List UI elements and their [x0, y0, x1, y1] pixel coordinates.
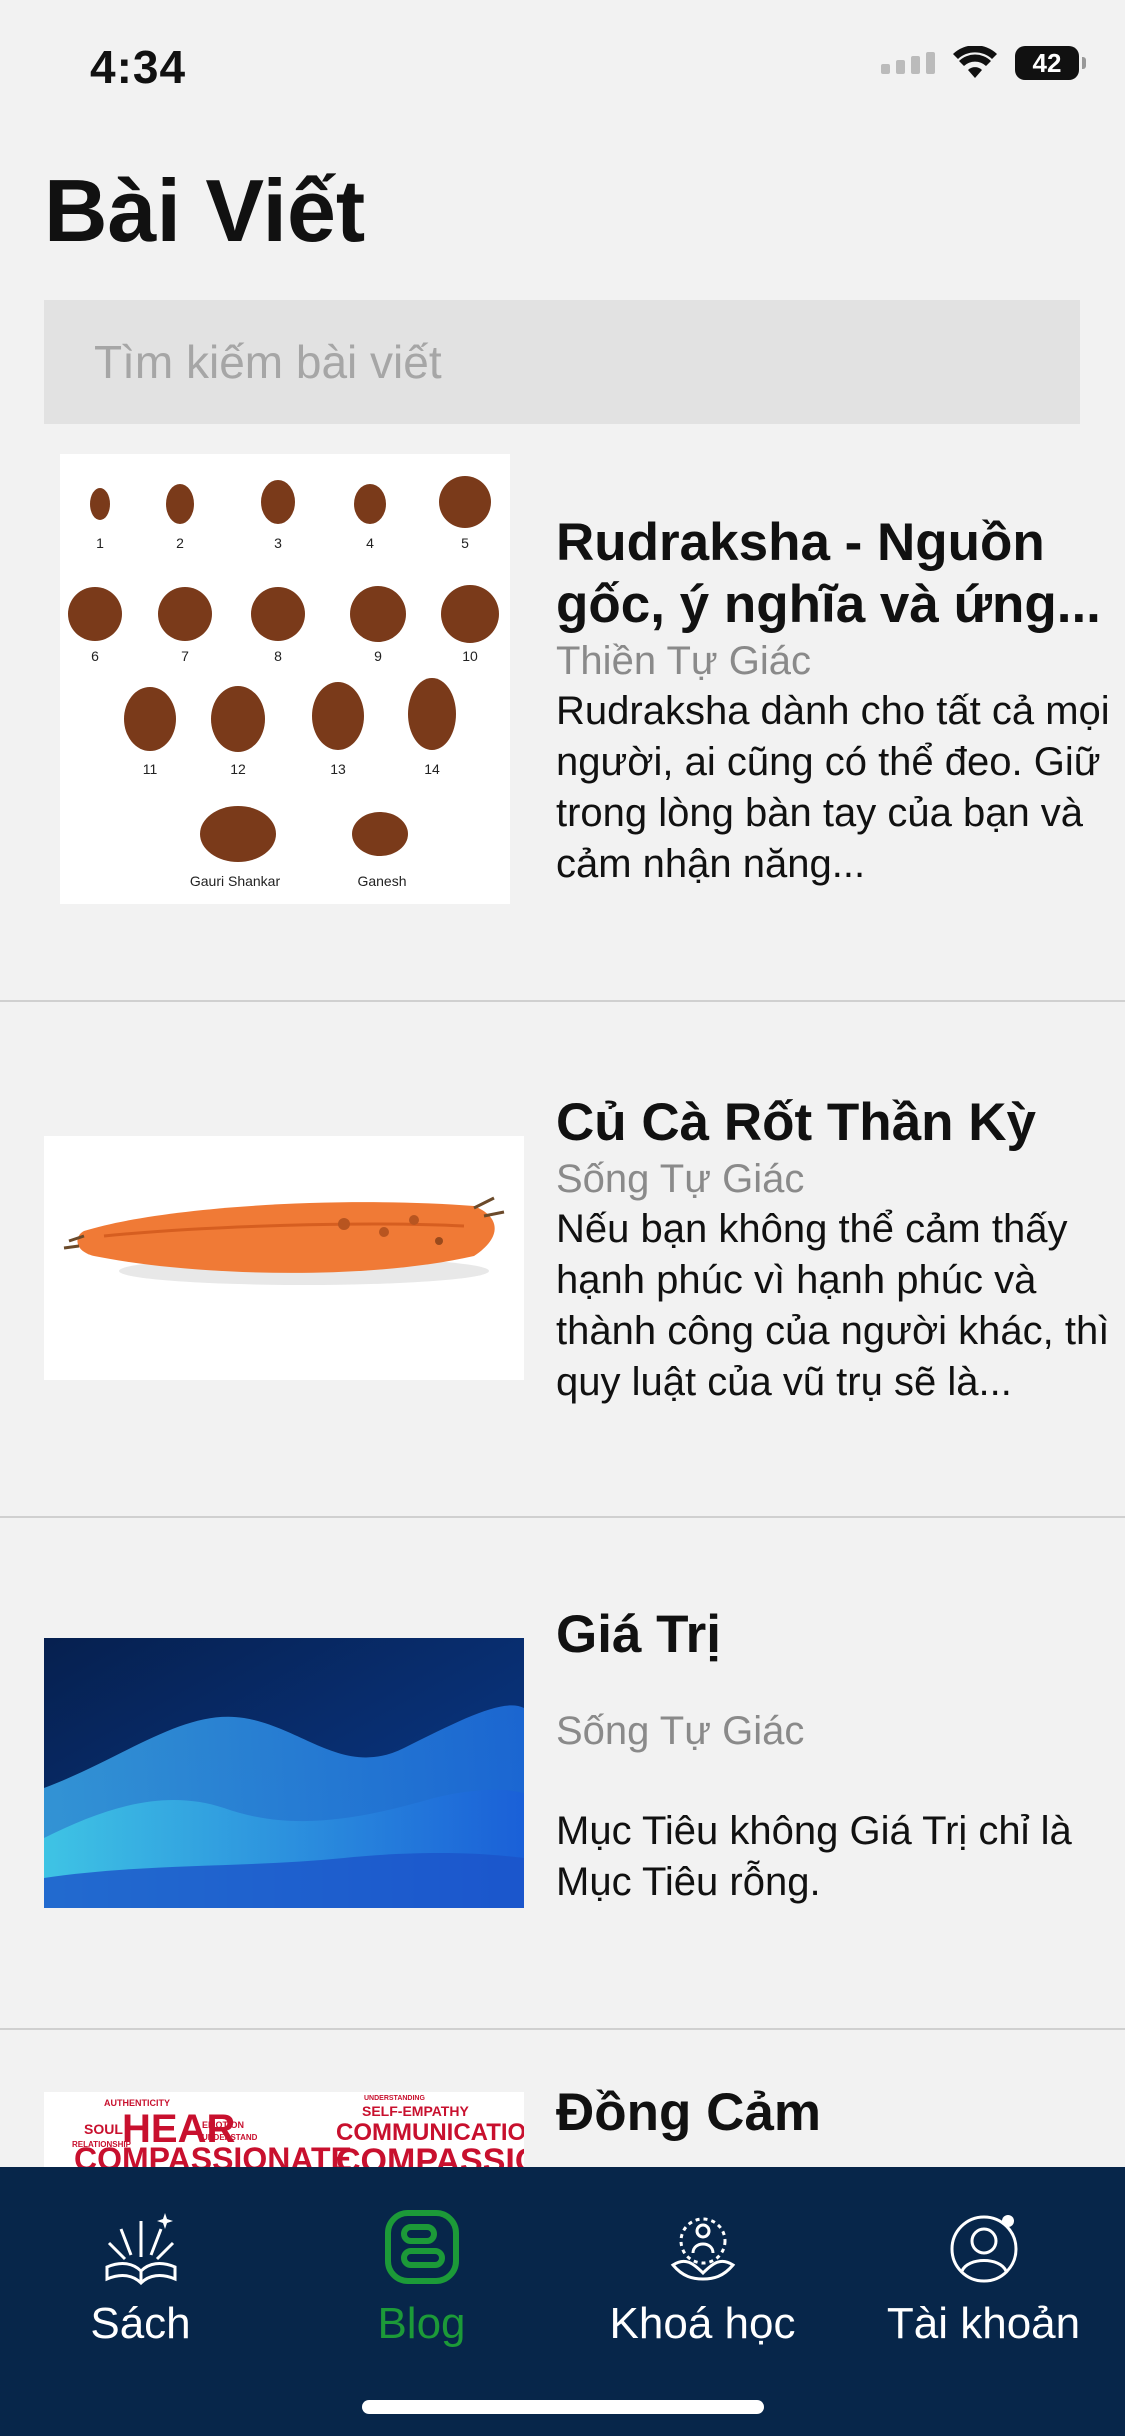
status-time: 4:34 [90, 41, 187, 93]
bead-label: Ganesh [357, 873, 406, 889]
article-card[interactable]: AUTHENTICITY SOUL RELATIONSHIP HEAR EMOT… [0, 2030, 1125, 2167]
article-description: Rudraksha dành cho tất cả mọi người, ai … [556, 689, 1110, 886]
status-icons: 42 [881, 46, 1086, 80]
article-thumbnail [44, 1136, 524, 1380]
tab-khoa-hoc[interactable]: Khoá học [562, 2207, 843, 2349]
battery-icon: 42 [1015, 46, 1086, 80]
article-category: Thiền Tự Giác [556, 639, 812, 683]
lotus-meditation-icon [670, 2217, 735, 2281]
cloud-word: SELF-EMPATHY [362, 2103, 469, 2119]
tab-label: Blog [377, 2299, 466, 2348]
bead-label: 13 [330, 761, 346, 777]
account-icon [950, 2215, 1017, 2283]
cellular-signal-icon [881, 52, 935, 74]
article-thumbnail: AUTHENTICITY SOUL RELATIONSHIP HEAR EMOT… [44, 2092, 524, 2167]
article-card[interactable]: 1 2 3 4 5 6 7 8 9 10 11 12 13 14 Gauri S… [0, 440, 1125, 1000]
blog-icon [384, 2210, 459, 2284]
bead-label: 14 [424, 761, 440, 777]
tab-label: Tài khoản [886, 2299, 1081, 2348]
bead-label: 3 [274, 535, 282, 551]
article-card[interactable]: Giá Trị Sống Tự Giác Mục Tiêu không Giá … [0, 1518, 1125, 2028]
tab-tai-khoan[interactable]: Tài khoản [843, 2207, 1124, 2349]
bead-label: 5 [461, 535, 469, 551]
article-description: Nếu bạn không thể cảm thấy hạnh phúc vì … [556, 1207, 1110, 1404]
cloud-word: COMPASSION [336, 2142, 524, 2167]
article-title: Đồng Cảm [556, 2083, 821, 2142]
book-sparkle-icon [105, 2213, 176, 2286]
tab-label: Sách [90, 2299, 191, 2348]
tab-blog[interactable]: Blog [281, 2207, 562, 2349]
bead-label: 7 [181, 648, 189, 664]
page-title: Bài Viết [44, 161, 366, 260]
status-bar: 4:34 42 [0, 0, 1125, 130]
article-title: Rudraksha - Nguồn gốc, ý nghĩa và ứng... [556, 513, 1101, 634]
tab-label: Khoá học [609, 2299, 796, 2348]
cloud-word: EMOTION [202, 2120, 244, 2130]
bead-label: 2 [176, 535, 184, 551]
bead-label: 8 [274, 648, 282, 664]
bead-label: Gauri Shankar [190, 873, 281, 889]
article-card[interactable]: Củ Cà Rốt Thần Kỳ Sống Tự Giác Nếu bạn k… [0, 1002, 1125, 1516]
article-title: Củ Cà Rốt Thần Kỳ [556, 1093, 1036, 1152]
bottom-tab-bar: Sách Blog Khoá học Tài khoản [0, 2167, 1125, 2436]
search-input[interactable] [44, 300, 1080, 424]
article-thumbnail [44, 1638, 524, 1908]
bead-label: 6 [91, 648, 99, 664]
home-indicator[interactable] [362, 2400, 764, 2414]
article-description: Mục Tiêu không Giá Trị chỉ là Mục Tiêu r… [556, 1809, 1072, 1904]
cloud-word: SOUL [84, 2121, 123, 2137]
article-title: Giá Trị [556, 1605, 721, 1664]
article-category: Sống Tự Giác [556, 1157, 805, 1201]
bead-label: 1 [96, 535, 104, 551]
bead-label: 12 [230, 761, 246, 777]
article-thumbnail: 1 2 3 4 5 6 7 8 9 10 11 12 13 14 Gauri S… [60, 454, 510, 904]
article-category: Sống Tự Giác [556, 1709, 805, 1753]
bead-label: 10 [462, 648, 478, 664]
bead-label: 11 [143, 761, 158, 777]
cloud-word: COMPASSIONATE [74, 2141, 352, 2167]
wifi-icon [953, 46, 997, 78]
bead-label: 4 [366, 535, 374, 551]
tab-sach[interactable]: Sách [0, 2207, 281, 2349]
bead-label: 9 [374, 648, 382, 664]
cloud-word: UNDERSTANDING [364, 2095, 425, 2102]
